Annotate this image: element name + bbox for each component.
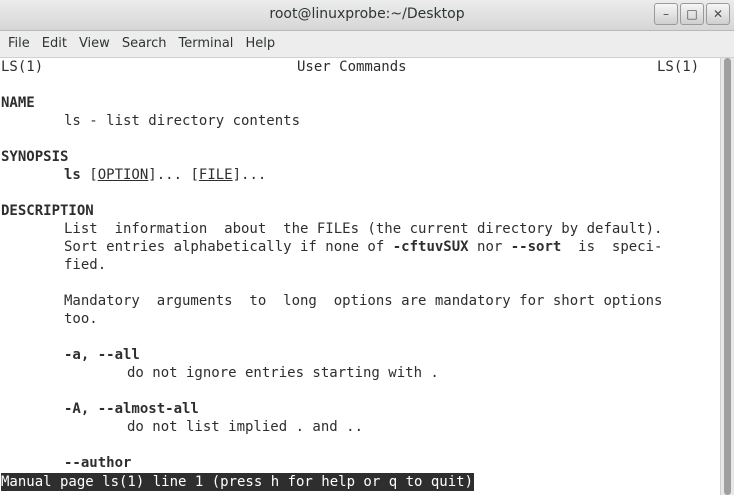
description-text: is speci- — [561, 239, 663, 255]
man-header-center: User Commands — [297, 59, 407, 75]
description-sort-flag: --sort — [510, 239, 562, 255]
menu-edit[interactable]: Edit — [36, 31, 73, 57]
maximize-button[interactable]: □ — [680, 3, 704, 25]
menu-help[interactable]: Help — [239, 31, 281, 57]
menu-search[interactable]: Search — [116, 31, 173, 57]
description-line: List information about the FILEs (the cu… — [64, 221, 663, 237]
scrollbar-thumb[interactable] — [724, 58, 731, 495]
menu-view[interactable]: View — [73, 31, 116, 57]
synopsis-option: OPTION — [97, 167, 149, 183]
window-title: root@linuxprobe:~/Desktop — [269, 6, 465, 22]
menu-terminal[interactable]: Terminal — [172, 31, 239, 57]
option-almost-all-description: do not list implied . and .. — [127, 419, 364, 435]
synopsis-command: ls — [64, 167, 81, 183]
minimize-icon: – — [663, 7, 669, 21]
description-text: nor — [468, 239, 511, 255]
synopsis-line: ls [OPTION]... [FILE]... — [64, 167, 267, 183]
description-line: Sort entries alphabetically if none of -… — [64, 238, 662, 256]
description-line: too. — [64, 311, 98, 327]
vertical-scrollbar[interactable] — [720, 58, 734, 495]
option-all-description: do not ignore entries starting with . — [127, 365, 439, 381]
synopsis-ellipsis-end: ... — [241, 167, 267, 183]
description-flags: -cftuvSUX — [392, 239, 469, 255]
man-header-left: LS(1) — [1, 59, 44, 75]
minimize-button[interactable]: – — [654, 3, 678, 25]
title-bar[interactable]: root@linuxprobe:~/Desktop – □ ✕ — [0, 0, 734, 31]
terminal-window: root@linuxprobe:~/Desktop – □ ✕ File Edit… — [0, 0, 734, 495]
man-header-right: LS(1) — [657, 59, 700, 75]
description-text: Sort entries alphabetically if none of — [64, 239, 393, 255]
close-button[interactable]: ✕ — [706, 3, 730, 25]
close-icon: ✕ — [712, 7, 724, 21]
pager-status-line: Manual page ls(1) line 1 (press h for he… — [1, 473, 475, 491]
terminal-content[interactable]: LS(1) User Commands LS(1) NAME ls - list… — [0, 58, 720, 495]
description-line: fied. — [64, 257, 107, 273]
description-heading: DESCRIPTION — [1, 203, 94, 219]
menu-file[interactable]: File — [0, 31, 36, 57]
synopsis-heading: SYNOPSIS — [1, 149, 69, 165]
option-all: -a, --all — [64, 347, 140, 363]
name-text: ls - list directory contents — [64, 113, 301, 129]
option-almost-all: -A, --almost-all — [64, 401, 199, 417]
synopsis-ellipsis: ... — [156, 167, 191, 183]
name-heading: NAME — [1, 95, 35, 111]
option-author: --author — [64, 455, 132, 471]
synopsis-file: FILE — [198, 167, 233, 183]
menu-bar: File Edit View Search Terminal Help — [0, 31, 734, 58]
description-line: Mandatory arguments to long options are … — [64, 293, 663, 309]
maximize-icon: □ — [686, 7, 698, 21]
